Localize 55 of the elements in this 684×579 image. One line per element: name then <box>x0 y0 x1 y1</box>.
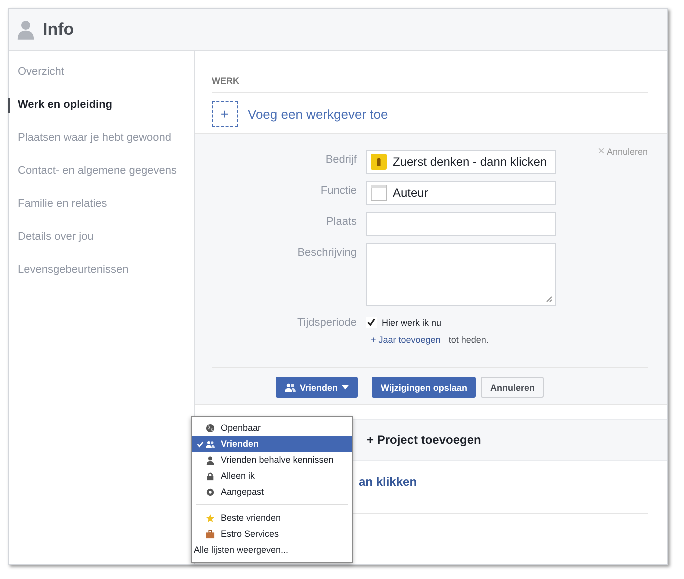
add-project-link[interactable]: + Project toevoegen <box>367 433 482 447</box>
star-icon <box>206 514 215 522</box>
input-field[interactable]: Zuerst denken - dann klicken <box>366 150 556 174</box>
menu-item[interactable]: Vrienden behalve kennissen <box>192 452 352 468</box>
menu-item-label: Openbaar <box>221 423 262 433</box>
employer-name: an klikken <box>359 475 418 489</box>
menu-item[interactable]: Vrienden <box>192 436 352 452</box>
add-employer-button[interactable]: + <box>212 101 238 127</box>
field-label: Tijdsperiode <box>296 316 357 331</box>
save-button[interactable]: Wijzigingen opslaan <box>372 377 476 398</box>
add-employer-link[interactable]: Voeg een werkgever toe <box>248 106 388 122</box>
period-suffix: tot heden. <box>448 335 489 345</box>
settings-icon <box>206 488 215 496</box>
description-field[interactable] <box>366 243 556 306</box>
menu-item-label: Alle lijsten weergeven... <box>194 545 289 555</box>
input-field[interactable]: Auteur <box>366 181 556 205</box>
menu-item[interactable]: Openbaar <box>192 420 352 436</box>
sidebar-item[interactable]: Werk en opleiding <box>8 98 194 113</box>
menu-item-label: Estro Services <box>221 529 280 539</box>
field-label: Plaats <box>325 215 357 230</box>
menu-item-label: Vrienden <box>221 439 260 449</box>
input-field[interactable] <box>366 212 556 236</box>
cancel-button[interactable]: Annuleren <box>481 377 544 398</box>
friends-icon <box>206 440 215 448</box>
section-heading: WERK <box>212 76 648 93</box>
field-label: Beschrijving <box>296 246 357 261</box>
caret-icon <box>342 385 350 390</box>
person-icon <box>17 20 35 40</box>
checkbox[interactable] <box>366 317 377 328</box>
person-icon <box>206 456 215 464</box>
add-year-link[interactable]: + Jaar toevoegen <box>371 335 441 345</box>
field-value: Auteur <box>393 186 428 200</box>
page-title: Info <box>43 20 74 40</box>
menu-item[interactable]: Alle lijsten weergeven... <box>192 542 352 558</box>
menu-item[interactable]: Alleen ik <box>192 468 352 484</box>
menu-item[interactable]: Beste vrienden <box>192 510 352 526</box>
globe-icon <box>206 424 215 432</box>
checkbox-label: Hier werk ik nu <box>382 318 442 328</box>
resize-handle-icon <box>545 295 553 303</box>
briefcase-icon <box>206 530 215 538</box>
field-label: Functie <box>320 184 357 199</box>
field-value: Zuerst denken - dann klicken <box>393 155 548 169</box>
check-icon <box>196 440 204 448</box>
menu-item-label: Beste vrienden <box>221 513 282 523</box>
company-icon <box>371 154 387 170</box>
field-label: Bedrijf <box>324 153 357 168</box>
lock-icon <box>206 472 215 480</box>
page-icon <box>371 185 387 201</box>
menu-item[interactable]: Estro Services <box>192 526 352 542</box>
friends-icon <box>285 383 296 392</box>
menu-item-label: Vrienden behalve kennissen <box>221 455 334 465</box>
menu-item-label: Aangepast <box>221 487 264 497</box>
menu-item-label: Alleen ik <box>221 471 256 481</box>
menu-item[interactable]: Aangepast <box>192 484 352 500</box>
audience-button[interactable]: Vrienden <box>276 377 358 398</box>
